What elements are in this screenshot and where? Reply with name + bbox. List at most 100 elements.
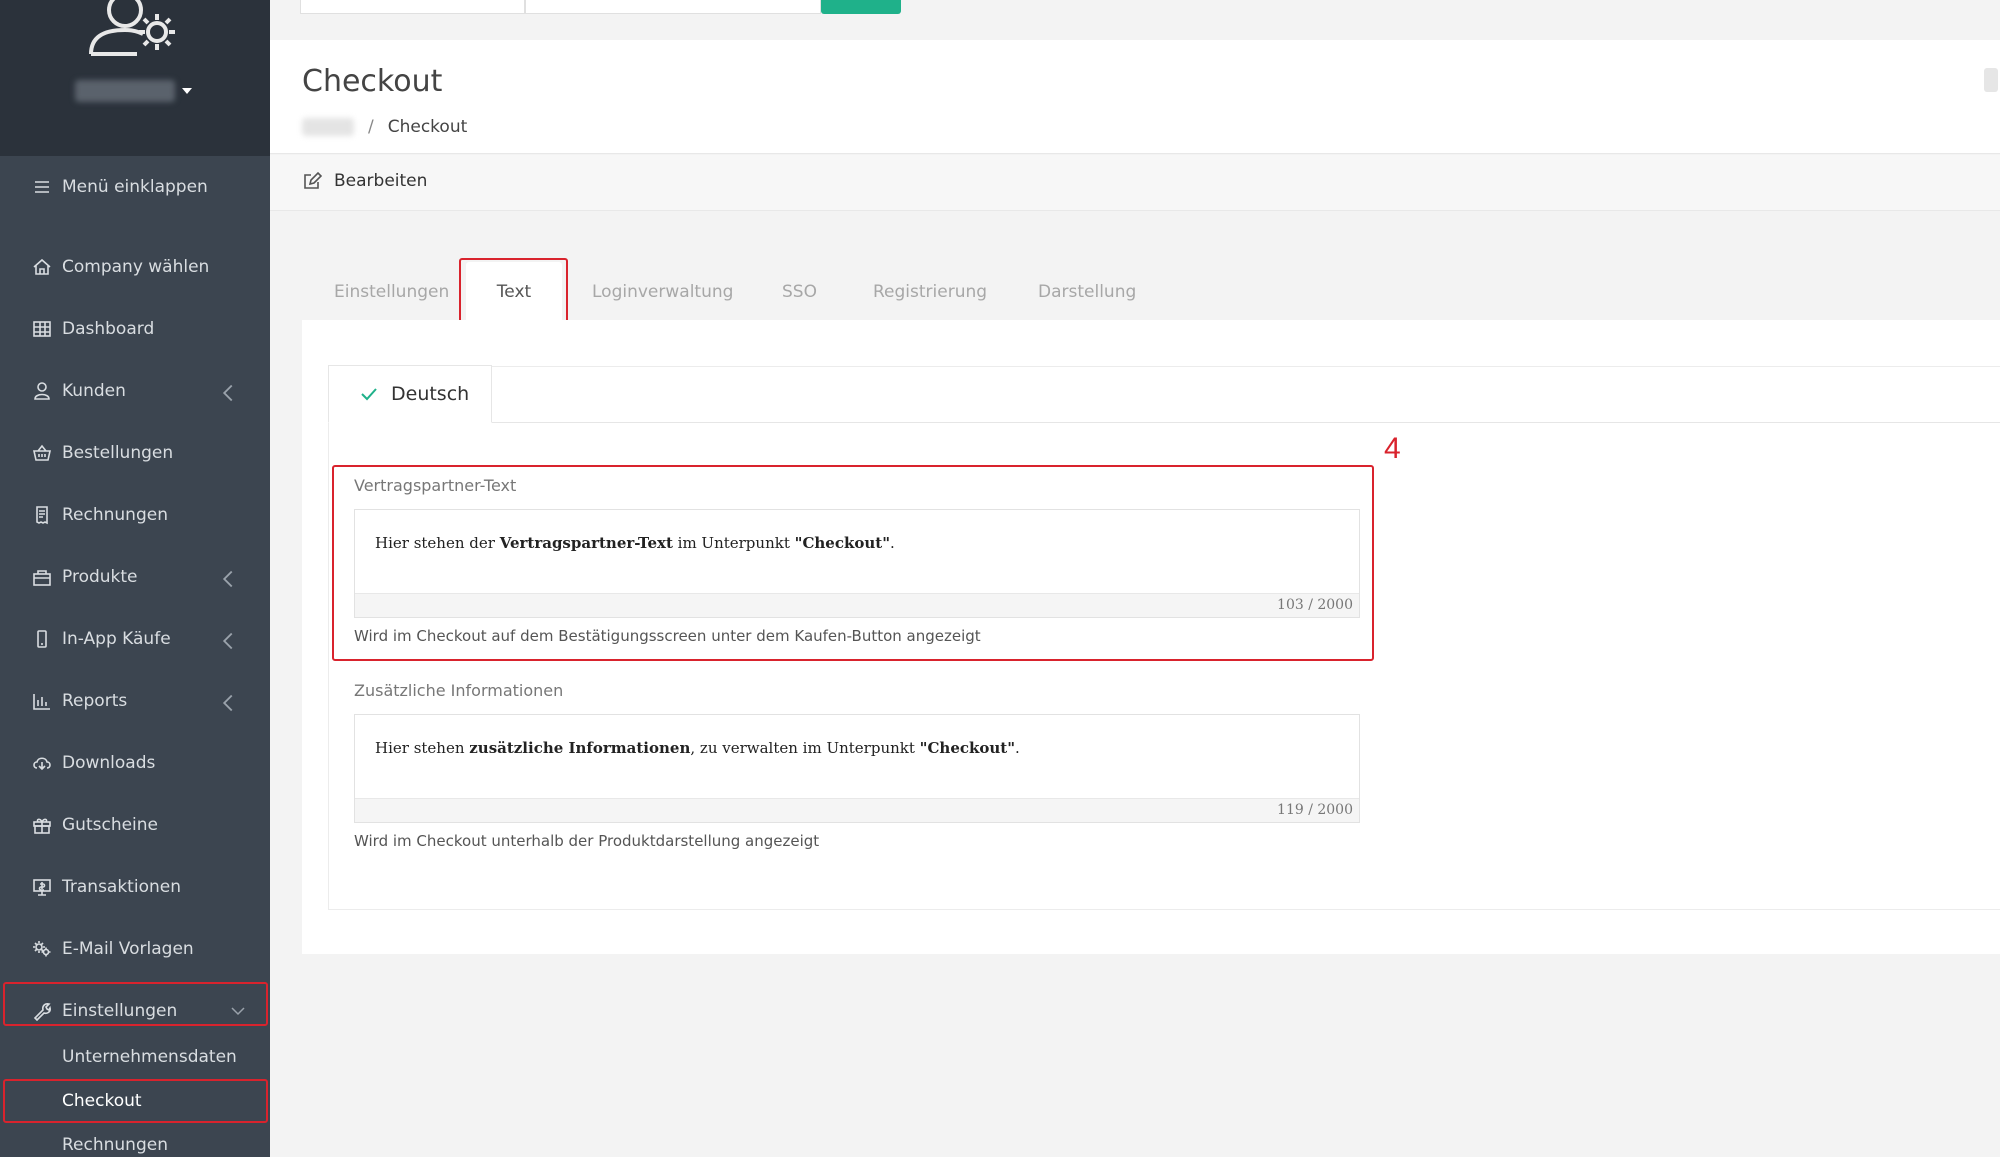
tab-loginverwaltung[interactable]: Loginverwaltung <box>592 262 782 322</box>
transaction-icon <box>33 879 51 896</box>
language-tab-divider <box>492 422 2000 423</box>
chevron-left-icon <box>222 632 233 650</box>
sidebar-item-label: Reports <box>62 691 128 711</box>
menu-collapse-button[interactable]: Menü einklappen <box>0 161 270 213</box>
chevron-down-icon <box>231 1007 245 1016</box>
check-icon <box>361 388 377 401</box>
gift-icon <box>33 818 51 834</box>
sidebar-sub-unternehmensdaten[interactable]: Unternehmensdaten <box>0 1036 270 1078</box>
sidebar-item-bestellungen[interactable]: Bestellungen <box>0 427 270 479</box>
breadcrumb-separator: / <box>368 117 374 137</box>
sidebar-item-in-app[interactable]: In-App Käufe <box>0 613 270 665</box>
editor-footer: 103 / 2000 <box>355 593 1359 617</box>
edit-button[interactable]: Bearbeiten <box>302 171 427 191</box>
tab-label: Registrierung <box>873 282 988 302</box>
invoice-icon <box>36 506 48 525</box>
wrench-icon <box>33 1003 51 1021</box>
sidebar-sub-rechnungen[interactable]: Rechnungen <box>0 1124 270 1157</box>
tab-label: Einstellungen <box>334 282 450 302</box>
sidebar-item-einstellungen[interactable]: Einstellungen <box>0 985 270 1037</box>
tab-label: Text <box>496 282 532 302</box>
sidebar-sub-label: Unternehmensdaten <box>62 1047 237 1067</box>
sidebar-sub-label: Checkout <box>62 1091 142 1111</box>
character-counter: 103 / 2000 <box>1277 597 1353 613</box>
sidebar-item-reports[interactable]: Reports <box>0 675 270 727</box>
page-title: Checkout <box>302 64 443 99</box>
tab-label: SSO <box>782 282 817 302</box>
vertragspartner-editor[interactable]: Hier stehen der Vertragspartner-Text im … <box>354 509 1360 618</box>
editor-content[interactable]: Hier stehen zusätzliche Informationen, z… <box>375 739 1020 757</box>
tab-registrierung[interactable]: Registrierung <box>873 262 1038 322</box>
edit-label: Bearbeiten <box>334 171 428 191</box>
sidebar-item-downloads[interactable]: Downloads <box>0 737 270 789</box>
character-counter: 119 / 2000 <box>1277 802 1353 818</box>
field-label-vertragspartner: Vertragspartner-Text <box>354 476 517 495</box>
sidebar-item-produkte[interactable]: Produkte <box>0 551 270 603</box>
top-action-button[interactable] <box>821 0 901 14</box>
zusaetzliche-info-editor[interactable]: Hier stehen zusätzliche Informationen, z… <box>354 714 1360 823</box>
user-settings-icon <box>89 0 175 56</box>
menu-collapse-label: Menü einklappen <box>62 177 208 197</box>
field-hint-vertragspartner: Wird im Checkout auf dem Bestätigungsscr… <box>354 627 981 645</box>
breadcrumb: / Checkout <box>302 117 467 137</box>
tab-einstellungen[interactable]: Einstellungen <box>302 262 466 322</box>
home-icon <box>33 258 51 275</box>
editor-content[interactable]: Hier stehen der Vertragspartner-Text im … <box>375 534 895 552</box>
field-label-zusaetzliche-info: Zusätzliche Informationen <box>354 681 564 700</box>
sidebar-sub-label: Rechnungen <box>62 1135 168 1155</box>
tab-darstellung[interactable]: Darstellung <box>1038 262 1178 322</box>
sidebar-item-transaktionen[interactable]: Transaktionen <box>0 861 270 913</box>
user-icon <box>34 382 50 400</box>
toolbar: Bearbeiten <box>270 155 2000 211</box>
edit-icon <box>304 171 322 189</box>
user-name-blurred[interactable] <box>75 80 175 102</box>
settings-tabs: Einstellungen Text Loginverwaltung SSO R… <box>302 262 1178 322</box>
sidebar-item-dashboard[interactable]: Dashboard <box>0 303 270 355</box>
editor-footer: 119 / 2000 <box>355 798 1359 822</box>
basket-icon <box>33 444 51 461</box>
header-scroll-handle[interactable] <box>1984 68 1998 92</box>
hamburger-icon <box>35 181 49 193</box>
sidebar-item-rechnungen[interactable]: Rechnungen <box>0 489 270 541</box>
bar-chart-icon <box>33 694 50 710</box>
tab-language-deutsch[interactable]: Deutsch <box>328 365 492 423</box>
chevron-left-icon <box>222 384 233 402</box>
cloud-download-icon <box>33 757 51 771</box>
mobile-icon <box>37 630 47 648</box>
shopping-bag-icon <box>33 570 51 586</box>
sidebar: Menü einklappen Company wählen Dashboard… <box>0 0 270 1157</box>
sidebar-item-gutscheine[interactable]: Gutscheine <box>0 799 270 851</box>
field-hint-zusaetzliche-info: Wird im Checkout unterhalb der Produktda… <box>354 832 820 850</box>
sidebar-item-label: E-Mail Vorlagen <box>62 939 194 959</box>
breadcrumb-current: Checkout <box>387 117 468 137</box>
sidebar-item-label: Bestellungen <box>62 443 174 463</box>
page-header: Checkout / Checkout <box>270 40 2000 154</box>
tab-sso[interactable]: SSO <box>782 262 873 322</box>
sidebar-item-label: Einstellungen <box>62 1001 178 1021</box>
sidebar-item-label: Transaktionen <box>62 877 181 897</box>
chevron-left-icon <box>222 570 233 588</box>
caret-down-icon[interactable] <box>182 88 192 94</box>
sidebar-item-label: Kunden <box>62 381 126 401</box>
topbar <box>270 0 2000 40</box>
sidebar-item-label: In-App Käufe <box>62 629 171 649</box>
top-select[interactable] <box>300 0 525 14</box>
sidebar-user-area <box>0 0 270 156</box>
sidebar-item-label: Gutscheine <box>62 815 159 835</box>
breadcrumb-home-blurred[interactable] <box>302 118 354 136</box>
language-label: Deutsch <box>391 383 470 405</box>
sidebar-item-label: Dashboard <box>62 319 155 339</box>
top-search-input[interactable] <box>525 0 821 14</box>
cogs-icon <box>33 941 51 957</box>
chevron-left-icon <box>222 694 233 712</box>
sidebar-sub-checkout[interactable]: Checkout <box>0 1080 270 1122</box>
sidebar-item-label: Downloads <box>62 753 156 773</box>
sidebar-item-kunden[interactable]: Kunden <box>0 365 270 417</box>
tab-text[interactable]: Text <box>466 262 562 322</box>
sidebar-item-label: Produkte <box>62 567 138 587</box>
sidebar-item-email-vorlagen[interactable]: E-Mail Vorlagen <box>0 923 270 975</box>
sidebar-item-label: Rechnungen <box>62 505 168 525</box>
annotation-number: 4 <box>1384 432 1401 465</box>
grid-icon <box>33 321 51 337</box>
sidebar-item-company[interactable]: Company wählen <box>0 241 270 293</box>
